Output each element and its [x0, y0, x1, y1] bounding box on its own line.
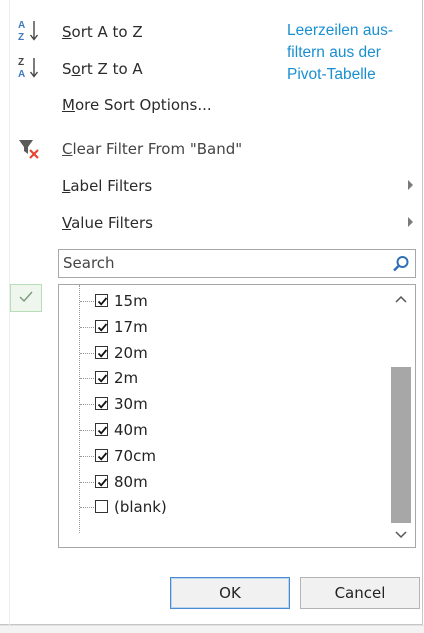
svg-text:Z: Z [18, 32, 24, 43]
list-item-label: 80m [114, 472, 148, 491]
vertical-scrollbar[interactable] [387, 285, 415, 547]
menu-item-value-filters[interactable]: Value Filters [0, 205, 423, 242]
annotation-line: Pivot-Tabelle [287, 66, 376, 83]
list-item-label: 15m [114, 292, 148, 310]
sort-az-icon: A Z [18, 20, 39, 43]
menu-item-more-sort-options[interactable]: More Sort Options... [0, 87, 423, 124]
list-item[interactable]: 2m [59, 366, 389, 392]
menu-item-clear-filter[interactable]: Clear Filter From "Band" [0, 131, 423, 168]
checkmark-icon [97, 323, 108, 332]
checkmark-icon [97, 426, 108, 435]
list-item[interactable]: (blank) [59, 495, 389, 521]
menu-item-label-filters[interactable]: Label Filters [0, 168, 423, 205]
checkmark-icon [19, 291, 33, 303]
tree-connector [80, 481, 94, 483]
list-item-label: 20m [114, 343, 148, 362]
annotation-text: Leerzeilen aus- filtern aus der Pivot-Ta… [287, 20, 407, 86]
search-input[interactable] [63, 253, 373, 273]
svg-text:A: A [18, 69, 25, 80]
list-item-label: 70cm [114, 446, 156, 465]
menu-item-label: Clear Filter From "Band" [62, 140, 243, 158]
ok-button[interactable]: OK [170, 577, 290, 609]
list-item[interactable]: 40m [59, 418, 389, 444]
checkbox[interactable] [95, 423, 108, 436]
checkbox[interactable] [95, 500, 108, 514]
tree-connector [80, 404, 94, 406]
menu-item-label: Label Filters [62, 177, 153, 195]
checkmark-icon [97, 478, 108, 487]
menu-item-label: Sort Z to A [62, 60, 143, 78]
list-item-label: (blank) [114, 498, 167, 517]
svg-text:A: A [18, 20, 25, 31]
list-item[interactable]: 20m [59, 341, 389, 367]
checkbox[interactable] [95, 345, 108, 359]
menu-item-label: More Sort Options... [62, 96, 212, 114]
tree-connector [80, 378, 94, 380]
checkbox[interactable] [95, 474, 108, 488]
svg-text:Z: Z [18, 57, 24, 68]
checkmark-icon [97, 400, 108, 409]
checkmark-icon [97, 452, 108, 461]
checkbox[interactable] [95, 371, 108, 385]
tree-connector [80, 430, 94, 431]
cancel-button[interactable]: Cancel [300, 577, 420, 609]
tree-connector [80, 352, 94, 354]
tree-connector [80, 455, 94, 457]
checkmark-icon [97, 374, 108, 384]
checkbox[interactable] [95, 397, 108, 411]
list-item[interactable]: 15m [59, 289, 389, 315]
menu-item-label: Value Filters [62, 214, 153, 232]
checked-state-indicator [10, 284, 42, 312]
clear-filter-icon [19, 140, 39, 159]
list-item[interactable]: 70cm [59, 444, 389, 470]
checkbox[interactable] [95, 448, 108, 462]
search-icon[interactable] [391, 254, 411, 274]
list-item-label: 30m [114, 395, 148, 414]
tree-connector [80, 301, 94, 302]
tree-connector [80, 326, 94, 328]
resize-grip-strip[interactable] [0, 625, 424, 633]
sort-za-icon: Z A [18, 57, 39, 80]
scroll-thumb[interactable] [391, 367, 411, 523]
search-box [58, 249, 416, 278]
submenu-arrow-icon [408, 180, 413, 190]
checkmark-icon [97, 349, 108, 358]
list-item[interactable]: 80m [59, 470, 389, 496]
submenu-arrow-icon [408, 217, 413, 227]
checkbox[interactable] [95, 319, 108, 333]
checkbox[interactable] [95, 294, 108, 307]
filter-dropdown-panel: Sort A to Z A Z Sort Z to A Z A More Sor… [0, 0, 423, 625]
checkmark-icon [97, 297, 108, 306]
list-item-label: 40m [114, 421, 148, 439]
annotation-line: Leerzeilen aus- [287, 22, 393, 39]
list-item[interactable]: 30m [59, 392, 389, 418]
annotation-line: filtern aus der [287, 44, 381, 61]
scroll-up-arrow-icon[interactable] [394, 294, 408, 304]
scroll-down-arrow-icon[interactable] [394, 530, 408, 540]
tree-connector [80, 507, 94, 509]
list-item-label: 2m [114, 369, 139, 388]
list-item[interactable]: 17m [59, 315, 389, 341]
filter-values-list: 15m 17m 20m 2m 30m 40m 70cm 80m (blank) [58, 284, 416, 548]
menu-item-label: Sort A to Z [62, 23, 143, 41]
list-item-label: 17m [114, 317, 148, 336]
